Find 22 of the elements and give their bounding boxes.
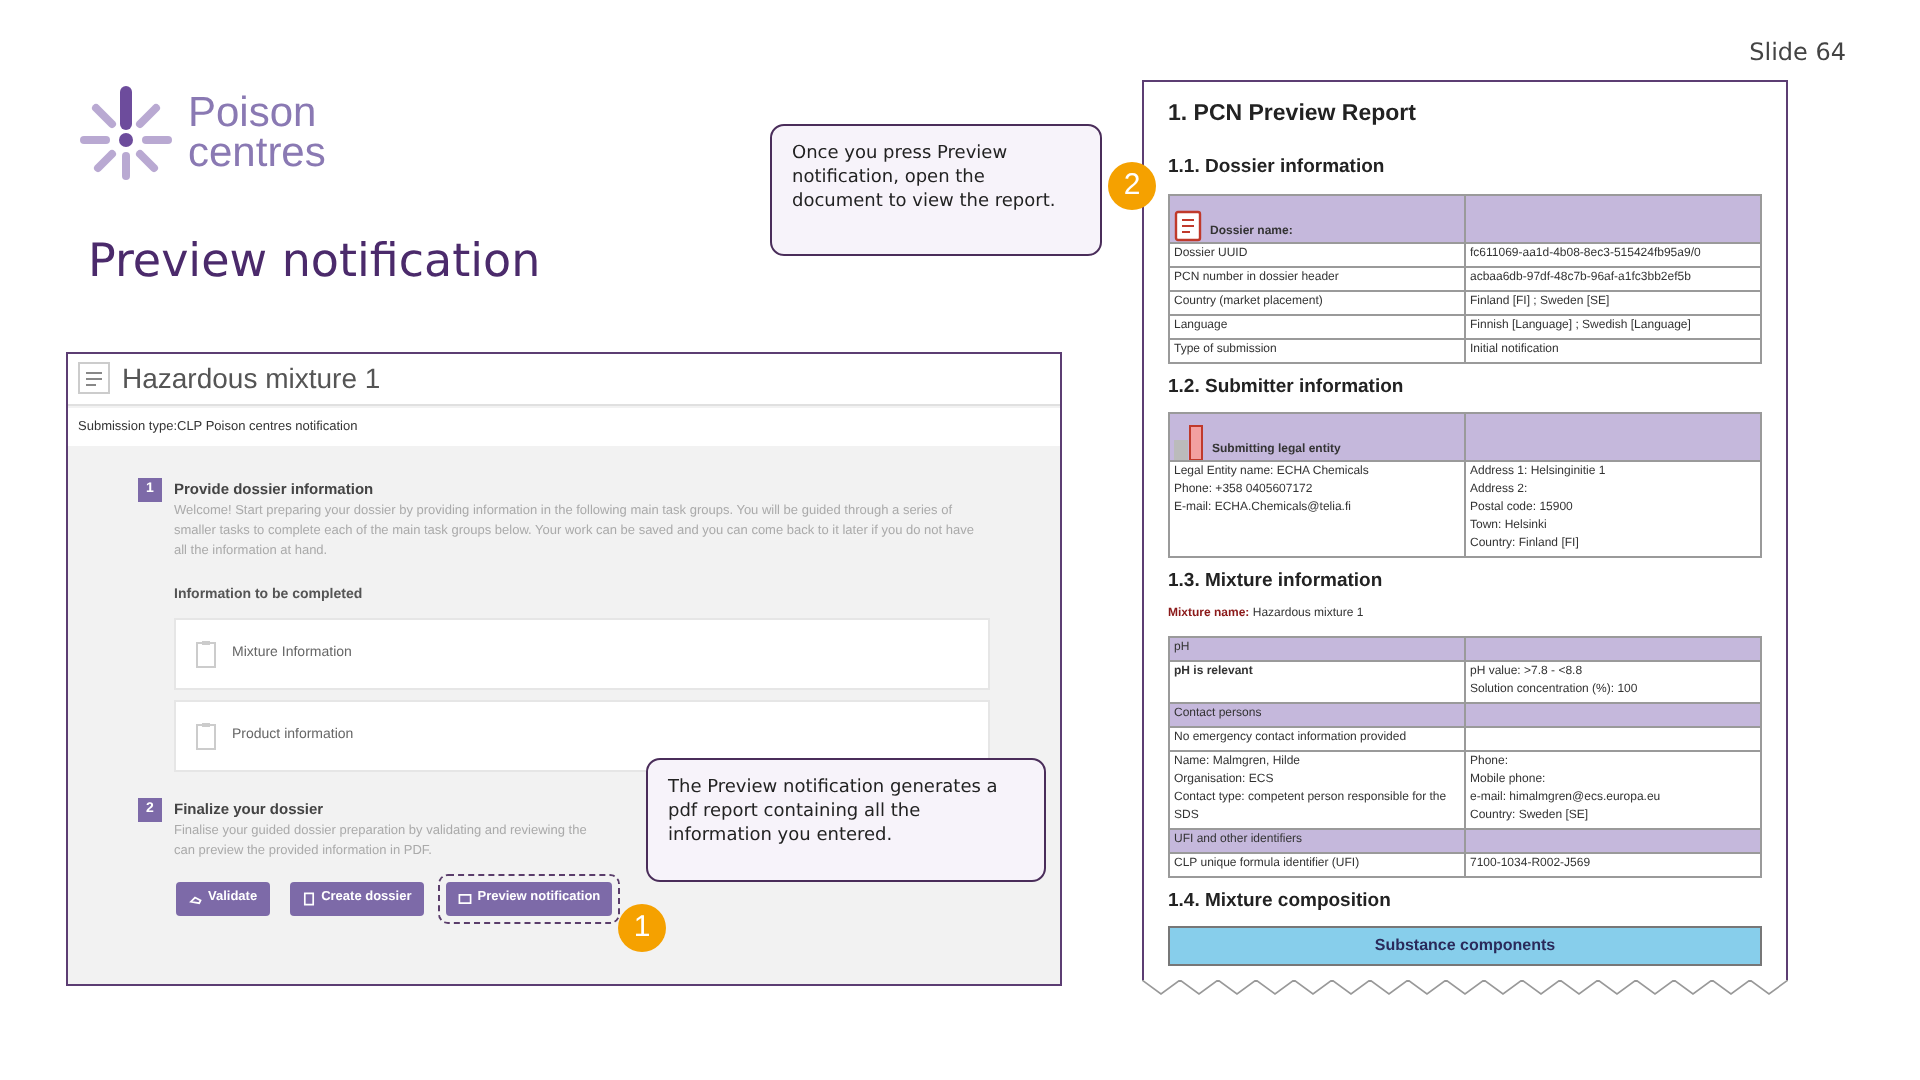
- slide-title: Preview notification: [88, 234, 543, 292]
- button-icon: [457, 891, 472, 906]
- report-heading: 1.1. Dossier information: [1168, 154, 1387, 183]
- slide-number: Slide 64: [1749, 36, 1846, 70]
- button-icon: [188, 891, 202, 906]
- callout-tooltip: The Preview notification generates a pdf report containing all the information you entered.: [646, 758, 1046, 882]
- clipboard-icon: [196, 639, 216, 668]
- clipboard-icon: [196, 721, 216, 750]
- menu-icon-box[interactable]: [78, 362, 110, 394]
- substance-components-band: Substance components: [1168, 926, 1762, 967]
- app-title: Hazardous mixture 1: [122, 359, 381, 397]
- report-heading: 1. PCN Preview Report: [1168, 100, 1418, 130]
- building-icon: [1174, 423, 1206, 460]
- report-heading: 1.4. Mixture composition: [1168, 888, 1393, 916]
- step-number-badge: 2: [1108, 162, 1156, 210]
- button-icon: [301, 891, 316, 906]
- callout-tooltip: Once you press Preview notification, open the document to view the report.: [770, 124, 1102, 256]
- logo-text: centres: [188, 134, 326, 174]
- report-heading: 1.3. Mixture information: [1168, 567, 1385, 596]
- logo-icon: [76, 84, 176, 184]
- report-heading: 1.2. Submitter information: [1168, 373, 1406, 401]
- logo-text: Poison: [188, 94, 319, 134]
